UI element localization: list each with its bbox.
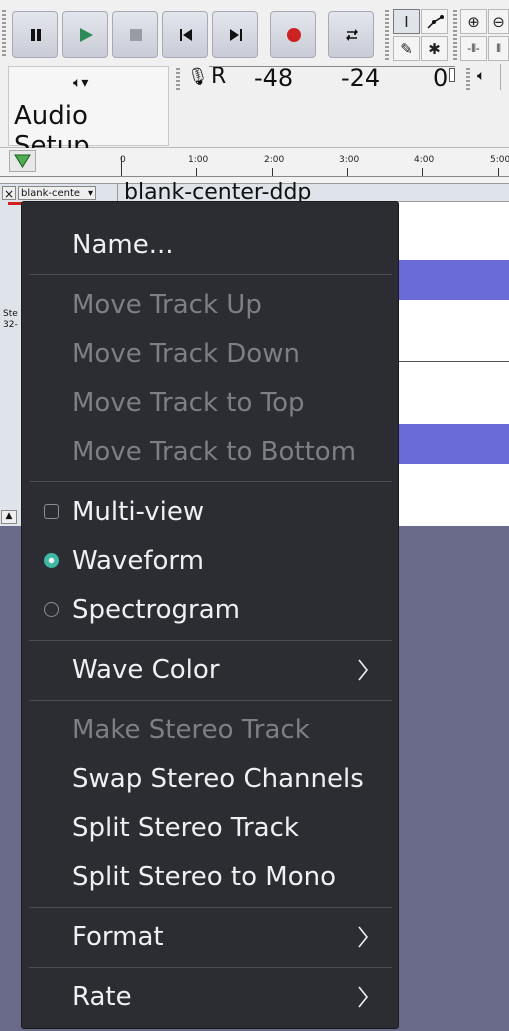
pause-icon bbox=[31, 29, 41, 41]
collapse-track-button[interactable]: ▲ bbox=[1, 510, 17, 524]
zoom-grip[interactable] bbox=[453, 10, 457, 62]
ibeam-icon: I bbox=[404, 12, 409, 31]
selection-tool-button[interactable]: I bbox=[393, 9, 420, 34]
play-icon bbox=[80, 28, 93, 42]
menu-item-swap-stereo-channels[interactable]: Swap Stereo Channels bbox=[72, 764, 364, 794]
record-button[interactable] bbox=[270, 11, 316, 58]
playback-meter[interactable] bbox=[500, 64, 509, 90]
menu-item-wave-color[interactable]: Wave Color bbox=[72, 655, 220, 685]
clip-title-bar[interactable]: blank-center-ddp bbox=[118, 180, 509, 205]
meter-tick-48: -48 bbox=[254, 64, 294, 92]
menu-item-multi-view[interactable]: Multi-view bbox=[72, 497, 204, 527]
play-head-button[interactable] bbox=[9, 150, 36, 172]
skip-to-end-button[interactable] bbox=[212, 11, 258, 58]
skip-start-icon bbox=[180, 29, 192, 41]
tools-grip[interactable] bbox=[385, 10, 389, 62]
zoom-out-icon: ⊖ bbox=[492, 12, 505, 31]
fit-selection-icon: -⫴- bbox=[467, 41, 480, 55]
menu-separator bbox=[29, 481, 392, 482]
menu-item-format[interactable]: Format bbox=[72, 922, 164, 952]
fit-project-button[interactable]: ⫴ bbox=[488, 36, 509, 61]
meter-channel-label: R bbox=[211, 64, 227, 89]
timeline-ruler[interactable]: 0 1:00 2:00 3:00 4:00 5:00 bbox=[0, 148, 509, 184]
fit-project-icon: ⫴ bbox=[496, 41, 501, 55]
skip-end-icon bbox=[230, 29, 242, 41]
stop-icon bbox=[130, 29, 142, 41]
menu-separator bbox=[29, 967, 392, 968]
timeline-tick-3: 3:00 bbox=[339, 155, 360, 165]
menu-item-move-track-to-bottom[interactable]: Move Track to Bottom bbox=[72, 437, 356, 467]
recording-meter[interactable]: R -48 -24 0 bbox=[209, 64, 455, 92]
pause-button[interactable] bbox=[12, 11, 58, 58]
toolbar: I ✎ ✱ ⊕ ⊖ -⫴- ⫴ 🔈︎▾ Audio Setup 🎙︎ R -48… bbox=[0, 0, 509, 161]
meter-grip[interactable] bbox=[176, 68, 180, 92]
menu-item-move-track-down[interactable]: Move Track Down bbox=[72, 339, 300, 369]
pencil-icon: ✎ bbox=[400, 39, 413, 58]
playhead-triangle-icon bbox=[14, 154, 31, 168]
menu-item-name[interactable]: Name... bbox=[72, 230, 174, 260]
track-context-menu: Name... Move Track Up Move Track Down Mo… bbox=[21, 201, 399, 1029]
menu-separator bbox=[29, 700, 392, 701]
menu-item-spectrogram[interactable]: Spectrogram bbox=[72, 595, 240, 625]
menu-item-split-stereo-track[interactable]: Split Stereo Track bbox=[72, 813, 299, 843]
zoom-in-button[interactable]: ⊕ bbox=[460, 9, 487, 34]
menu-separator bbox=[29, 640, 392, 641]
waveform-radio[interactable] bbox=[44, 553, 59, 568]
track-name-label: blank-cente bbox=[21, 188, 81, 199]
menu-item-move-track-to-top[interactable]: Move Track to Top bbox=[72, 388, 305, 418]
multi-view-checkbox[interactable] bbox=[44, 504, 59, 519]
stop-button[interactable] bbox=[112, 11, 158, 58]
menu-separator bbox=[29, 274, 392, 275]
menu-item-rate[interactable]: Rate bbox=[72, 982, 132, 1012]
audio-setup-button[interactable]: 🔈︎▾ Audio Setup bbox=[8, 66, 169, 161]
menu-separator bbox=[29, 907, 392, 908]
close-icon: × bbox=[3, 187, 15, 201]
meter-slider-handle[interactable] bbox=[449, 68, 455, 82]
envelope-icon bbox=[426, 14, 444, 29]
close-track-button[interactable]: × bbox=[2, 186, 16, 201]
wave-color-submenu-chevron-icon bbox=[358, 659, 369, 681]
meter-tick-0: 0 bbox=[433, 64, 449, 92]
rate-submenu-chevron-icon bbox=[358, 986, 369, 1008]
zoom-out-button[interactable]: ⊖ bbox=[488, 9, 509, 34]
timeline-tick-1: 1:00 bbox=[188, 155, 209, 165]
collapse-up-icon: ▲ bbox=[5, 511, 13, 521]
multi-tool-button[interactable]: ✱ bbox=[421, 36, 448, 61]
format-submenu-chevron-icon bbox=[358, 926, 369, 948]
loop-button[interactable] bbox=[328, 11, 374, 58]
meter-tick-24: -24 bbox=[341, 64, 381, 92]
spectrogram-radio[interactable] bbox=[44, 602, 59, 617]
track-name-dropdown[interactable]: blank-cente ▾ bbox=[18, 186, 96, 200]
menu-item-make-stereo-track[interactable]: Make Stereo Track bbox=[72, 715, 310, 745]
timeline-tick-5: 5:00 bbox=[490, 155, 509, 165]
playback-meter-grip[interactable] bbox=[466, 68, 470, 92]
play-button[interactable] bbox=[62, 11, 108, 58]
menu-item-waveform[interactable]: Waveform bbox=[72, 546, 204, 576]
menu-item-split-stereo-to-mono[interactable]: Split Stereo to Mono bbox=[72, 862, 336, 892]
skip-to-start-button[interactable] bbox=[162, 11, 208, 58]
timeline-tick-4: 4:00 bbox=[414, 155, 435, 165]
dropdown-arrow-icon: ▾ bbox=[87, 188, 93, 199]
track-info-line-1: Ste bbox=[3, 309, 18, 319]
record-icon bbox=[287, 28, 301, 42]
timeline-tick-2: 2:00 bbox=[264, 155, 285, 165]
draw-tool-button[interactable]: ✎ bbox=[393, 36, 420, 61]
playback-speaker-icon[interactable]: 🔈︎ bbox=[477, 68, 485, 84]
menu-item-move-track-up[interactable]: Move Track Up bbox=[72, 290, 262, 320]
fit-selection-button[interactable]: -⫴- bbox=[460, 36, 487, 61]
toolbar-grip[interactable] bbox=[2, 10, 6, 58]
speaker-icon: 🔈︎▾ bbox=[73, 75, 89, 91]
envelope-tool-button[interactable] bbox=[421, 9, 448, 34]
track-info-line-2: 32- bbox=[3, 320, 18, 330]
microphone-icon[interactable]: 🎙︎ bbox=[187, 67, 209, 87]
asterisk-icon: ✱ bbox=[428, 39, 441, 58]
loop-icon bbox=[346, 29, 358, 41]
zoom-in-icon: ⊕ bbox=[467, 12, 480, 31]
